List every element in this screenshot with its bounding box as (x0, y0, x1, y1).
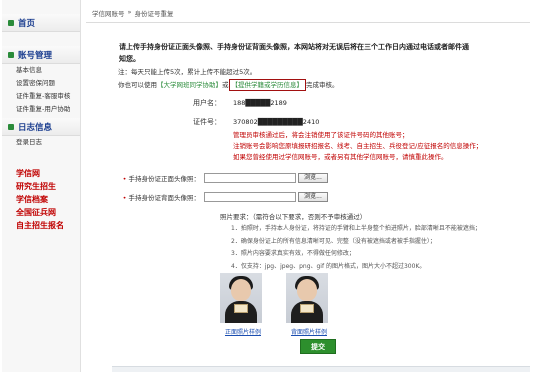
front-sample-link[interactable]: 正面照片样例 (220, 327, 266, 336)
footer-bar (112, 366, 530, 372)
main-content: 学信网账号 » 身份证号重复 请上传手持身份证正面头像照、手持身份证背面头像照，… (82, 0, 540, 372)
id-card-icon (234, 304, 248, 313)
id-number-label: 证件号： (193, 118, 221, 126)
id-number-value: 370802█████████2410 (233, 118, 320, 126)
front-browse-button[interactable]: 浏览... (298, 173, 328, 183)
required-star-icon: • (122, 194, 127, 202)
sidebar-item-login-log[interactable]: 登录日志 (2, 136, 80, 149)
list-item: 2．确保身份证上的所有信息清晰可见、完整（没有被遮挡或者被手指握住）； (231, 237, 436, 245)
warning-line: 注销账号会影响您原填报研招报名、线考、自主招生、兵役登记/应征报名的信息操作； (233, 142, 483, 150)
sidebar-link-conscription[interactable]: 全国征兵网 (2, 206, 80, 219)
sidebar-link-archive[interactable]: 学信档案 (2, 193, 80, 206)
sidebar-item-basic-info[interactable]: 基本信息 (2, 64, 80, 77)
upload-limit-note: 注：每天只能上传5次，累计上传不能超过5次。 (118, 68, 257, 76)
sidebar-links: 学信网 研究生招生 学信档案 全国征兵网 自主招生报名 (2, 167, 80, 232)
back-upload-label: • 手持身份证背面头像照： (122, 194, 200, 202)
front-file-input[interactable] (204, 173, 296, 183)
photo-requirements-title: 照片要求：（需符合以下要求，否则不予审核通过） (220, 213, 367, 221)
sidebar-section-account: 账号管理 (2, 46, 80, 64)
sidebar-link-independent-admission[interactable]: 自主招生报名 (2, 219, 80, 232)
sidebar-link-chsi[interactable]: 学信网 (2, 167, 80, 180)
warning-line: 如果您曾经使用过学信网账号，或者另有其他学信网账号，请慎重此操作。 (233, 153, 448, 161)
back-sample: 背面照片样例 (286, 273, 332, 336)
front-sample: 正面照片样例 (220, 273, 266, 336)
username-value: 188█████2189 (233, 99, 287, 107)
intro-text: 请上传手持身份证正面头像照、手持身份证背面头像照，本网站将对无误后将在三个工作日… (119, 43, 469, 63)
alternative-or: 或 (222, 81, 229, 89)
submit-button[interactable]: 提交 (300, 339, 336, 354)
sidebar-section-title: 日志信息 (18, 122, 53, 133)
warning-line: 管理员审核通过后，将会注销使用了该证件号码的其他账号； (233, 131, 409, 139)
header-divider (86, 22, 530, 23)
breadcrumb-current: 身份证号重复 (134, 10, 174, 18)
square-bullet-icon (8, 123, 14, 130)
alternative-prefix: 你也可以使用 (118, 81, 157, 89)
warning-text: 管理员审核通过后，将会注销使用了该证件号码的其他账号； 注销账号会影响您原填报研… (233, 130, 533, 163)
sidebar-item-id-duplicate-service[interactable]: 证件重复-客服审核 (2, 90, 80, 103)
sidebar-section-title: 账号管理 (18, 50, 53, 61)
back-upload-row: • 手持身份证背面头像照： 浏览... (116, 192, 328, 202)
alternative-suffix: 完成审核。 (306, 81, 339, 89)
back-browse-button[interactable]: 浏览... (298, 192, 328, 202)
sidebar-home[interactable]: 首页 (2, 14, 80, 32)
list-item: 3．照片内容要求真实有效，不得做任何修改； (231, 250, 355, 258)
sidebar-link-graduate-admission[interactable]: 研究生招生 (2, 180, 80, 193)
username-label: 用户名： (193, 99, 221, 107)
sidebar-item-id-duplicate-user[interactable]: 证件重复-用户协助 (2, 103, 80, 116)
id-card-icon (300, 304, 314, 313)
breadcrumb: 学信网账号 » 身份证号重复 (92, 8, 173, 18)
front-upload-label: • 手持身份证正面头像照： (122, 175, 200, 183)
sidebar-section-log: 日志信息 (2, 118, 80, 136)
list-item: 4．仅支持：jpg、jpeg、png、gif 的图片格式，图片大小不超过300K… (231, 263, 426, 271)
list-item: 1．拍照时，手持本人身份证，将持证的手臂和上半身整个拍进照片，脸部清晰且不能被遮… (231, 225, 481, 232)
front-sample-photo[interactable] (220, 273, 262, 323)
provide-record-link[interactable]: 【提供学籍或学历信息】 (228, 79, 306, 91)
front-upload-row: • 手持身份证正面头像照： 浏览... (116, 173, 328, 183)
sidebar: 首页 账号管理 基本信息 设置密保问题 证件重复-客服审核 证件重复-用户协助 … (2, 0, 81, 372)
classmate-assist-link[interactable]: 【大学网班同学协助】 (157, 81, 222, 89)
required-star-icon: • (122, 175, 127, 183)
square-bullet-icon (8, 19, 14, 26)
back-file-input[interactable] (204, 192, 296, 202)
sidebar-home-label: 首页 (18, 18, 36, 29)
back-sample-link[interactable]: 背面照片样例 (286, 327, 332, 336)
back-sample-photo[interactable] (286, 273, 328, 323)
breadcrumb-separator: » (127, 8, 132, 16)
photo-requirements-list: 1．拍照时，手持本人身份证，将持证的手臂和上半身整个拍进照片，脸部清晰且不能被遮… (231, 223, 531, 274)
square-bullet-icon (8, 51, 14, 58)
alternative-note: 你也可以使用【大学网班同学协助】或 【提供学籍或学历信息】 完成审核。 (118, 79, 339, 91)
breadcrumb-site-link[interactable]: 学信网账号 (92, 8, 125, 18)
sidebar-item-security-question[interactable]: 设置密保问题 (2, 77, 80, 90)
